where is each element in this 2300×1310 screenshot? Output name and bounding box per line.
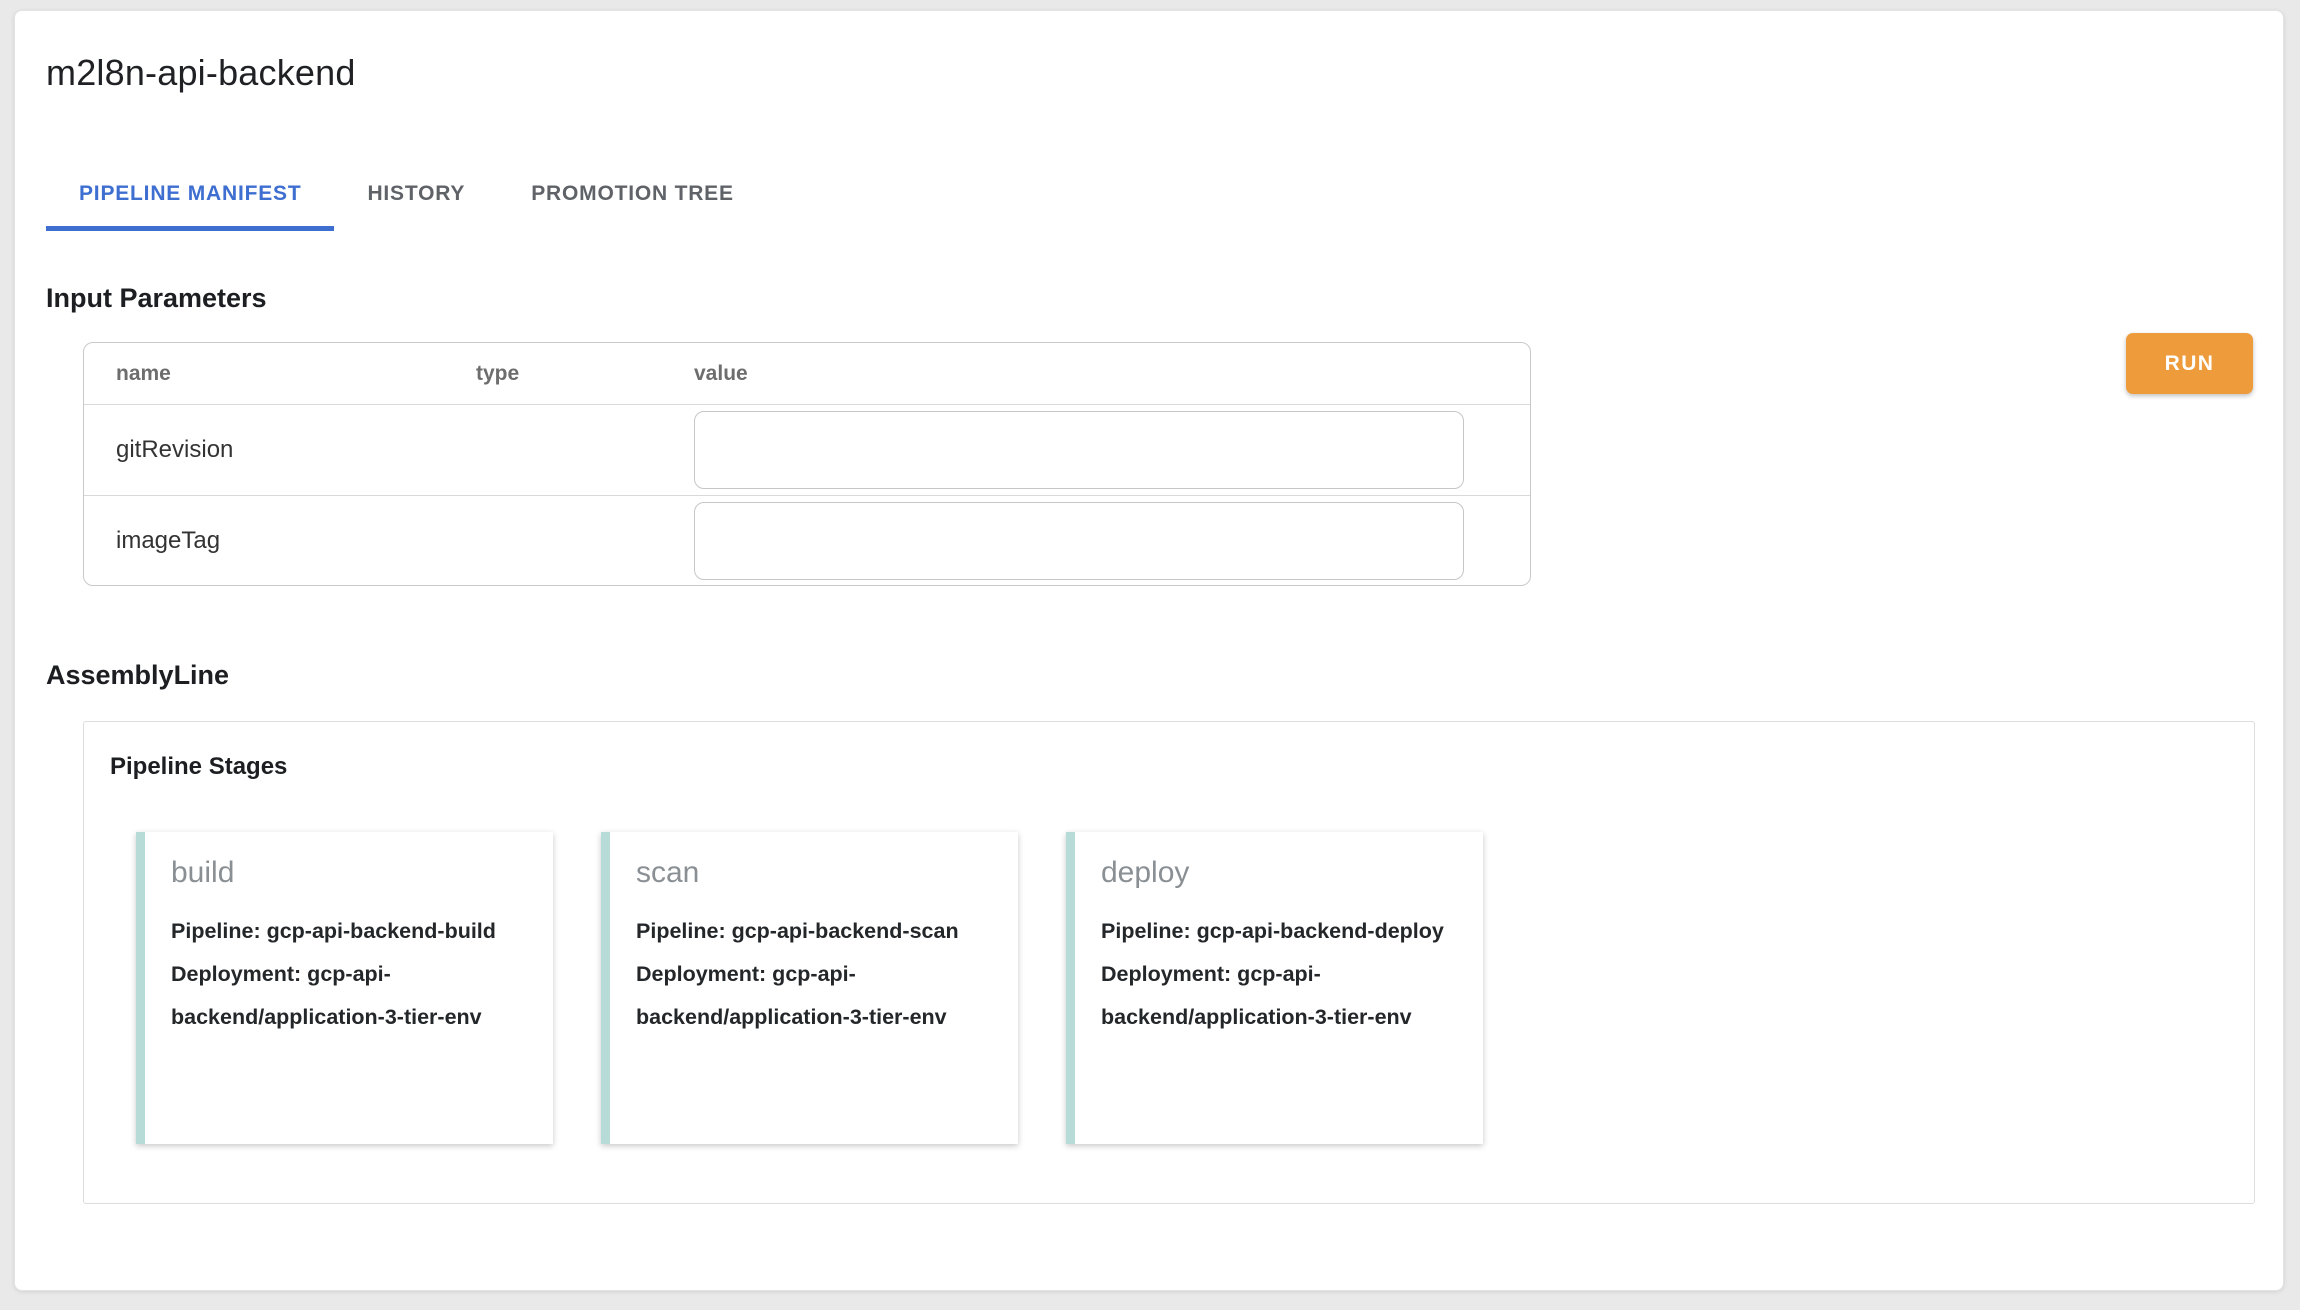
param-name-gitrevision: gitRevision <box>84 436 476 464</box>
run-button[interactable]: RUN <box>2126 333 2253 394</box>
pipeline-stages-title: Pipeline Stages <box>110 752 2254 782</box>
param-name-imagetag: imageTag <box>84 527 476 555</box>
stage-deployment-line: Deployment: gcp-api-backend/application-… <box>636 953 988 1039</box>
assemblyline-heading: AssemblyLine <box>46 658 2253 692</box>
column-header-type: type <box>476 362 694 386</box>
tab-pipeline-manifest[interactable]: PIPELINE MANIFEST <box>46 157 334 231</box>
stage-pipeline-line: Pipeline: gcp-api-backend-deploy <box>1101 910 1453 953</box>
table-header-row: name type value <box>84 343 1530 405</box>
stage-name: build <box>171 852 523 894</box>
stage-card-deploy: deploy Pipeline: gcp-api-backend-deploy … <box>1066 832 1483 1144</box>
page-title: m2l8n-api-backend <box>46 51 2253 95</box>
table-row: imageTag <box>84 495 1530 585</box>
table-row: gitRevision <box>84 405 1530 495</box>
param-value-cell <box>694 502 1530 580</box>
stage-details: Pipeline: gcp-api-backend-build Deployme… <box>171 910 523 1039</box>
input-parameters-table: name type value gitRevision imageTag <box>83 342 1531 586</box>
column-header-value: value <box>694 362 1530 386</box>
stage-details: Pipeline: gcp-api-backend-scan Deploymen… <box>636 910 988 1039</box>
stage-name: scan <box>636 852 988 894</box>
tab-promotion-tree[interactable]: PROMOTION TREE <box>498 157 767 231</box>
stage-pipeline-line: Pipeline: gcp-api-backend-scan <box>636 910 988 953</box>
param-value-cell <box>694 411 1530 489</box>
tab-bar: PIPELINE MANIFEST HISTORY PROMOTION TREE <box>46 157 2253 231</box>
stage-name: deploy <box>1101 852 1453 894</box>
stage-details: Pipeline: gcp-api-backend-deploy Deploym… <box>1101 910 1453 1039</box>
column-header-name: name <box>84 362 476 386</box>
gitrevision-value-input[interactable] <box>694 411 1464 489</box>
imagetag-value-input[interactable] <box>694 502 1464 580</box>
stages-row: build Pipeline: gcp-api-backend-build De… <box>136 832 2254 1144</box>
stage-card-scan: scan Pipeline: gcp-api-backend-scan Depl… <box>601 832 1018 1144</box>
tab-history[interactable]: HISTORY <box>334 157 498 231</box>
stage-pipeline-line: Pipeline: gcp-api-backend-build <box>171 910 523 953</box>
stage-deployment-line: Deployment: gcp-api-backend/application-… <box>171 953 523 1039</box>
stage-card-build: build Pipeline: gcp-api-backend-build De… <box>136 832 553 1144</box>
card-content: m2l8n-api-backend PIPELINE MANIFEST HIST… <box>15 11 2283 1290</box>
input-parameters-heading: Input Parameters <box>46 281 2253 315</box>
pipeline-detail-card: m2l8n-api-backend PIPELINE MANIFEST HIST… <box>14 10 2284 1291</box>
pipeline-stages-panel: Pipeline Stages build Pipeline: gcp-api-… <box>83 721 2255 1204</box>
stage-deployment-line: Deployment: gcp-api-backend/application-… <box>1101 953 1453 1039</box>
